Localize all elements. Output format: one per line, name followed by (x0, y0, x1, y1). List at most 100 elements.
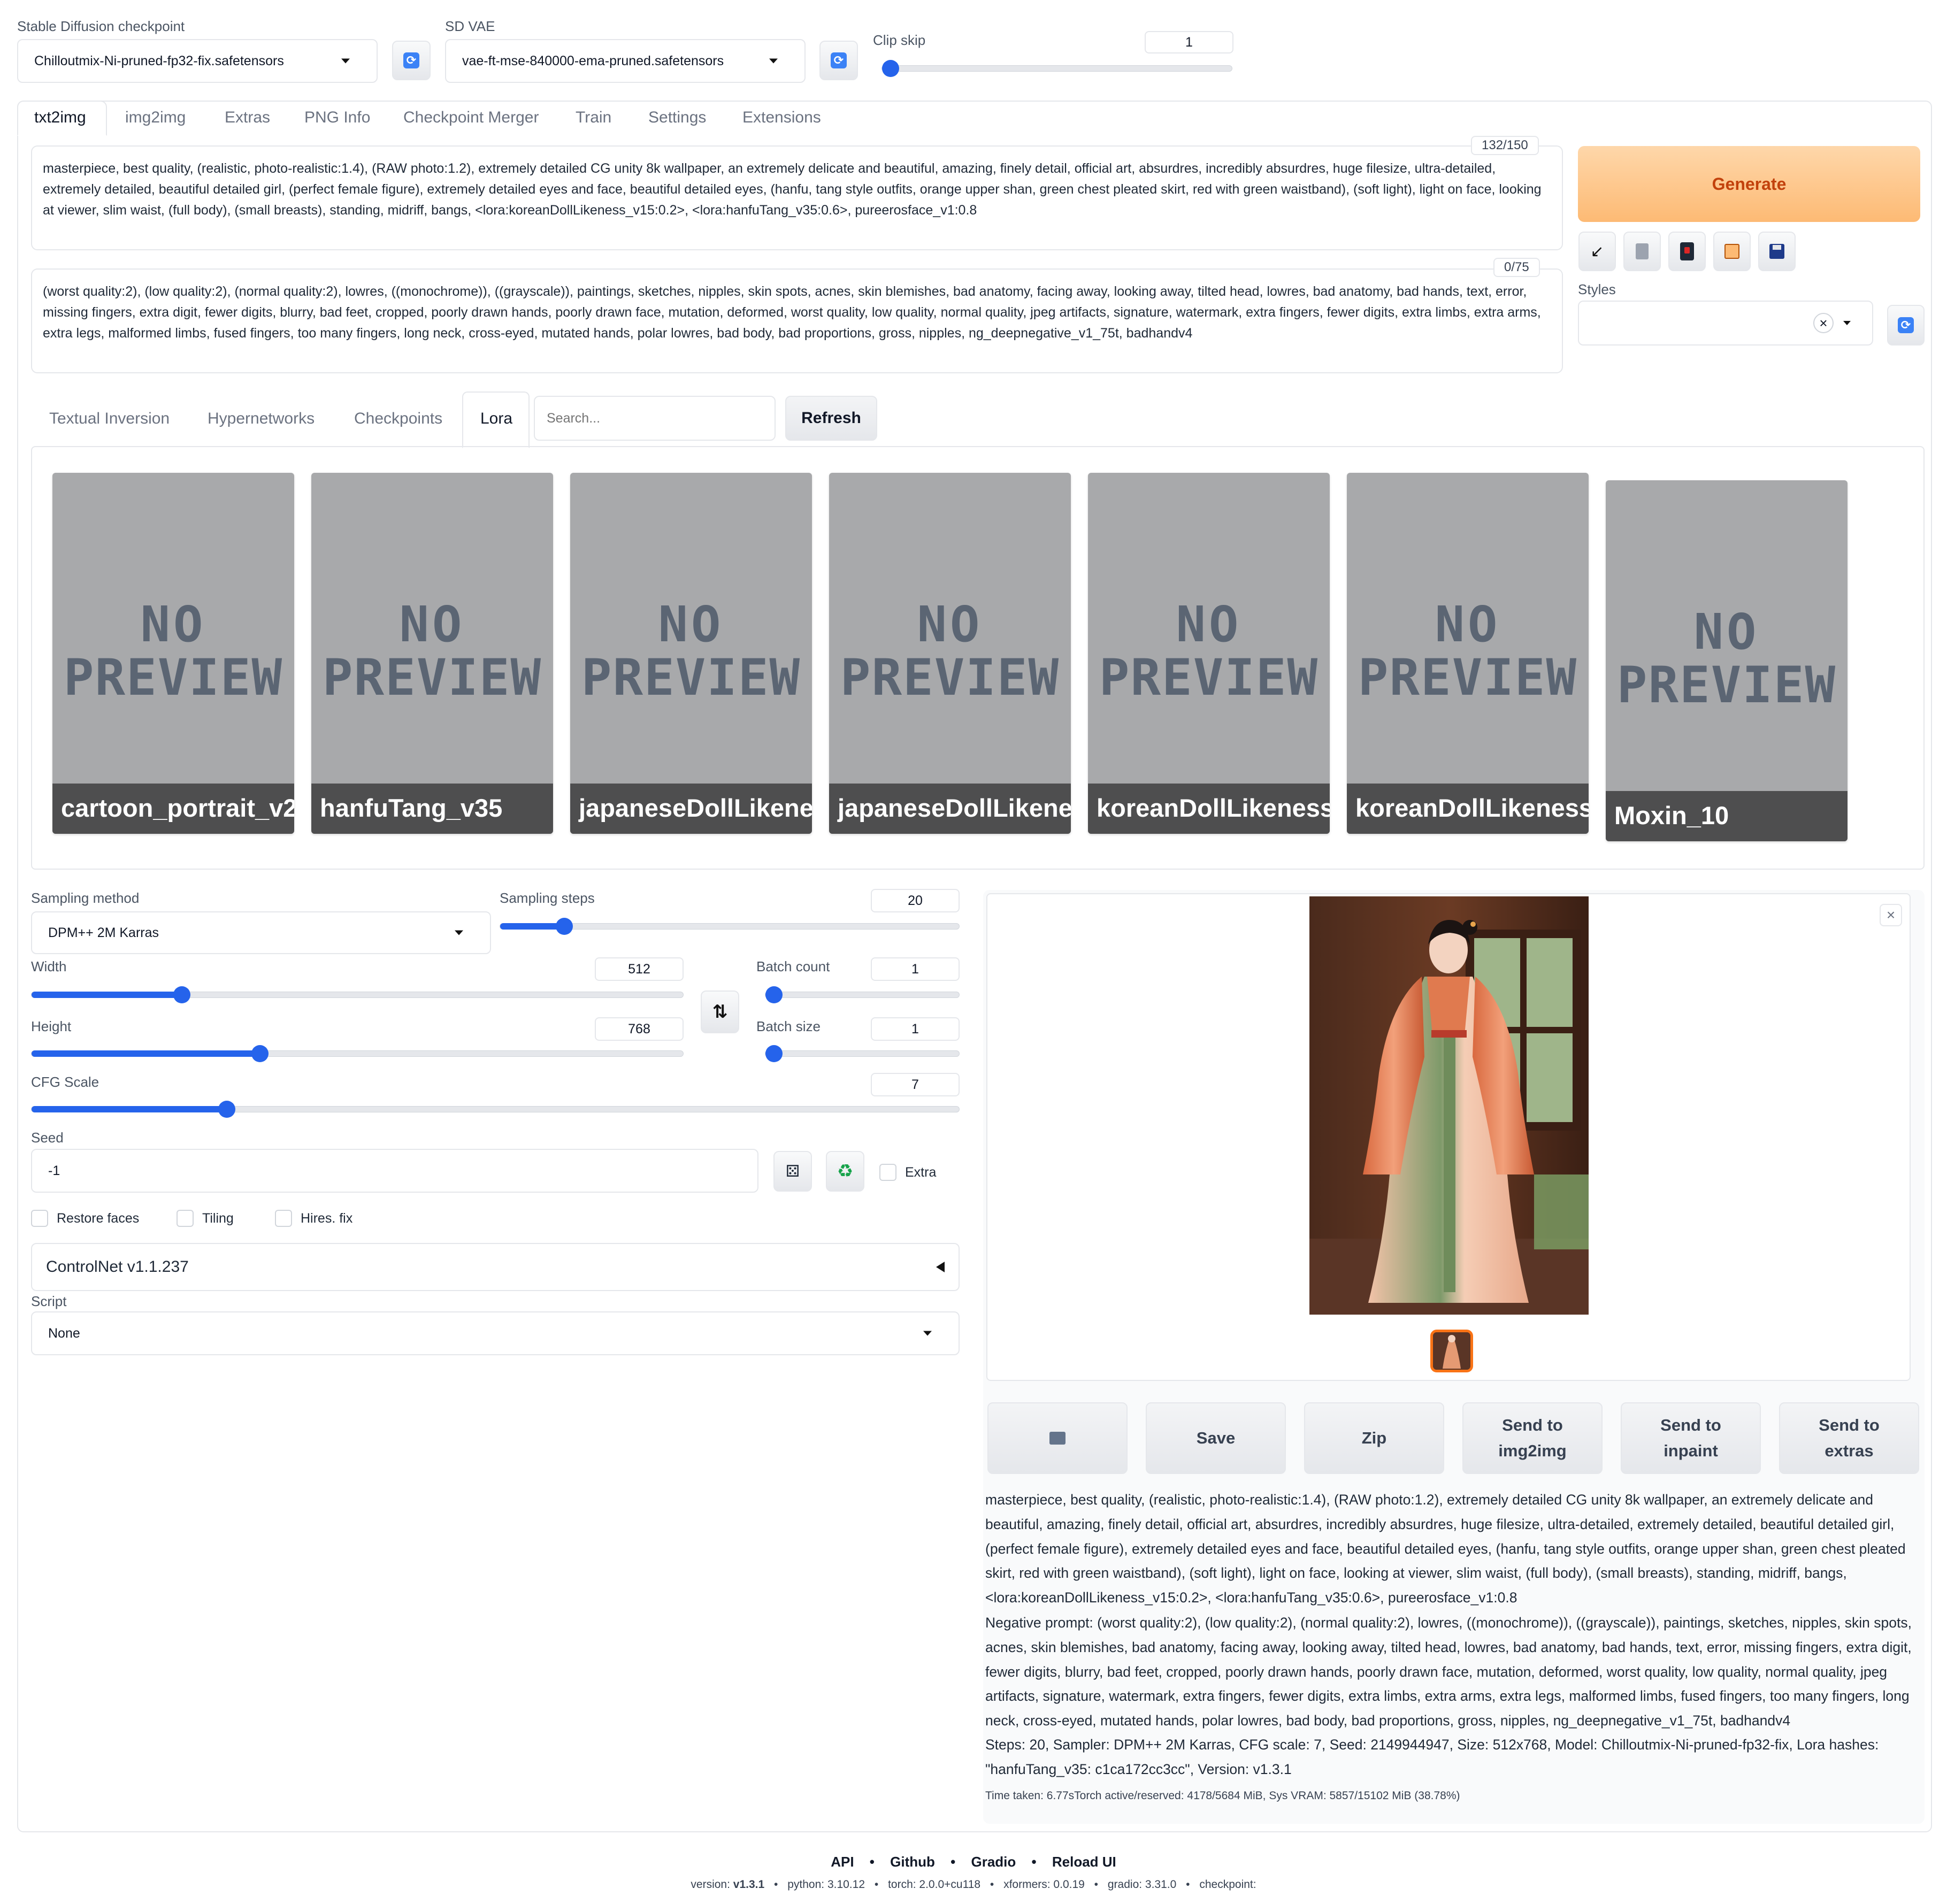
lora-card[interactable]: NO PREVIEW hanfuTang_v35 (311, 473, 553, 834)
swap-dimensions-button[interactable]: ⇅ (701, 991, 739, 1033)
close-icon[interactable]: × (1880, 904, 1902, 926)
tab-checkpoint-merger[interactable]: Checkpoint Merger (403, 109, 539, 127)
clip-skip-input[interactable]: 1 (1145, 31, 1233, 53)
hires-fix-checkbox[interactable] (275, 1210, 292, 1227)
gallery-thumbnail[interactable] (1430, 1330, 1473, 1372)
footer-separator: • (869, 1854, 875, 1870)
restore-faces-checkbox[interactable] (31, 1210, 48, 1227)
tab-train[interactable]: Train (576, 109, 611, 127)
prompt-textarea[interactable]: masterpiece, best quality, (realistic, p… (31, 145, 1563, 250)
trash-icon (1636, 243, 1649, 259)
send-to-extras-button[interactable]: Send to extras (1779, 1402, 1919, 1474)
lora-card-name: japaneseDollLikeness_v10 (570, 784, 812, 834)
seed-input[interactable]: -1 (31, 1149, 758, 1193)
refresh-vae-button[interactable]: ⟳ (819, 41, 858, 80)
slider-thumb[interactable] (251, 1045, 269, 1062)
tab-png-info[interactable]: PNG Info (304, 109, 370, 127)
sampling-steps-input[interactable]: 20 (871, 889, 960, 912)
sampling-method-select[interactable]: DPM++ 2M Karras (31, 911, 491, 954)
zip-button[interactable]: Zip (1304, 1402, 1444, 1474)
extra-seed-checkbox[interactable] (879, 1164, 896, 1181)
slider-thumb[interactable] (218, 1101, 235, 1118)
tab-txt2img[interactable]: txt2img (34, 109, 86, 127)
tab-hypernetworks[interactable]: Hypernetworks (208, 410, 315, 428)
show-extra-networks-button[interactable] (1668, 232, 1706, 271)
script-select[interactable]: None (31, 1311, 960, 1355)
checkpoint-select[interactable]: Chilloutmix-Ni-pruned-fp32-fix.safetenso… (17, 39, 378, 83)
lora-card[interactable]: NO PREVIEW Moxin_10 (1606, 480, 1848, 841)
slider-thumb[interactable] (765, 986, 783, 1003)
height-input[interactable]: 768 (595, 1017, 684, 1041)
width-input[interactable]: 512 (595, 957, 684, 981)
footer-link-github[interactable]: Github (890, 1854, 935, 1870)
footer-links: API • Github • Gradio • Reload UI (0, 1854, 1947, 1870)
send-to-img2img-button[interactable]: Send to img2img (1462, 1402, 1603, 1474)
checkpoint-label: Stable Diffusion checkpoint (17, 18, 185, 34)
footer-version-label: version: (691, 1878, 730, 1891)
slider-fill (32, 1106, 227, 1112)
clear-icon[interactable]: × (1813, 313, 1834, 333)
clip-skip-slider[interactable] (881, 60, 1232, 77)
tab-checkpoints[interactable]: Checkpoints (354, 410, 442, 428)
apply-styles-button[interactable] (1713, 232, 1751, 271)
cfg-scale-slider[interactable] (31, 1101, 960, 1118)
generated-image[interactable] (1309, 896, 1589, 1315)
lora-card-name: hanfuTang_v35 (311, 784, 553, 834)
tab-extras[interactable]: Extras (225, 109, 270, 127)
batch-size-slider[interactable] (765, 1045, 960, 1062)
hires-fix-label: Hires. fix (301, 1211, 353, 1226)
open-folder-button[interactable] (987, 1402, 1128, 1474)
lora-card-name: Moxin_10 (1606, 791, 1848, 841)
send-to-inpaint-button[interactable]: Send to inpaint (1621, 1402, 1761, 1474)
refresh-button[interactable]: Refresh (785, 396, 877, 441)
negative-token-counter: 0/75 (1493, 258, 1540, 277)
reuse-seed-button[interactable]: ♻ (826, 1151, 864, 1192)
random-seed-button[interactable]: ⚄ (773, 1151, 812, 1192)
slider-thumb[interactable] (173, 986, 190, 1003)
no-preview-line1: NO (1693, 603, 1760, 661)
clear-prompt-button[interactable] (1623, 232, 1661, 271)
generate-button[interactable]: Generate (1578, 146, 1920, 222)
refresh-checkpoint-button[interactable]: ⟳ (392, 41, 431, 80)
footer-link-reload-ui[interactable]: Reload UI (1052, 1854, 1116, 1870)
cfg-scale-input[interactable]: 7 (871, 1073, 960, 1096)
read-params-button[interactable]: ↙ (1578, 232, 1616, 271)
save-button[interactable]: Save (1146, 1402, 1286, 1474)
lora-card[interactable]: NOPREVIEW koreanDollLikeness_v10 (1088, 473, 1330, 834)
lora-search-input[interactable] (534, 396, 776, 441)
slider-fill (32, 1050, 260, 1057)
clipboard-icon (1724, 244, 1739, 259)
batch-count-input[interactable]: 1 (871, 957, 960, 981)
sampling-steps-slider[interactable] (500, 918, 960, 935)
no-preview-line1: NO (399, 596, 465, 653)
tab-textual-inversion[interactable]: Textual Inversion (49, 410, 170, 428)
tab-settings[interactable]: Settings (648, 109, 706, 127)
lora-card[interactable]: NOPREVIEW japaneseDollLikeness_v10 (570, 473, 812, 834)
lora-card[interactable]: NO PREVIEW cartoon_portrait_v2 (52, 473, 294, 834)
lora-card[interactable]: NOPREVIEW japaneseDollLikeness_v15 (829, 473, 1071, 834)
slider-thumb[interactable] (765, 1045, 783, 1062)
batch-count-slider[interactable] (765, 986, 960, 1003)
slider-thumb[interactable] (556, 918, 573, 935)
tab-img2img[interactable]: img2img (125, 109, 186, 127)
styles-select[interactable]: × (1578, 301, 1873, 346)
negative-prompt-textarea[interactable]: (worst quality:2), (low quality:2), (nor… (31, 268, 1563, 373)
no-preview-line2: PREVIEW (581, 649, 801, 707)
checkpoint-value: Chilloutmix-Ni-pruned-fp32-fix.safetenso… (34, 53, 284, 68)
vae-select[interactable]: vae-ft-mse-840000-ema-pruned.safetensors (445, 39, 806, 83)
tab-extensions[interactable]: Extensions (742, 109, 821, 127)
slider-thumb[interactable] (882, 60, 899, 77)
lora-card[interactable]: NOPREVIEW koreanDollLikeness_v15 (1347, 473, 1589, 834)
tab-lora[interactable]: Lora (480, 410, 512, 428)
tiling-checkbox[interactable] (177, 1210, 194, 1227)
script-label: Script (31, 1293, 67, 1309)
footer-link-api[interactable]: API (831, 1854, 854, 1870)
save-style-button[interactable] (1758, 232, 1796, 271)
controlnet-accordion[interactable]: ControlNet v1.1.237 (31, 1243, 960, 1291)
height-slider[interactable] (31, 1045, 684, 1062)
refresh-styles-button[interactable]: ⟳ (1887, 305, 1925, 346)
width-slider[interactable] (31, 986, 684, 1003)
batch-size-input[interactable]: 1 (871, 1017, 960, 1041)
footer-link-gradio[interactable]: Gradio (971, 1854, 1016, 1870)
seed-value: -1 (48, 1163, 60, 1178)
